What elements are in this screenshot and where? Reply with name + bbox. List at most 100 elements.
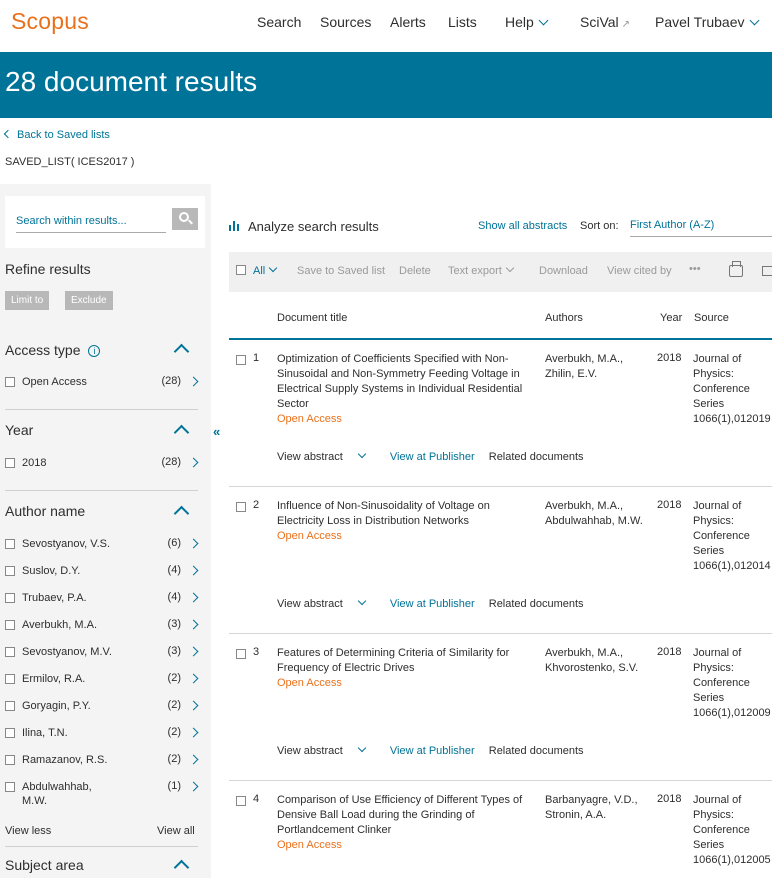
- related-documents-link[interactable]: Related documents: [489, 598, 584, 610]
- result-title-link[interactable]: Features of Determining Criteria of Simi…: [277, 647, 509, 674]
- related-documents-link[interactable]: Related documents: [489, 745, 584, 757]
- result-source[interactable]: Journal of Physics: Conference Series 10…: [693, 646, 772, 721]
- view-all-link[interactable]: View all: [157, 825, 195, 837]
- checkbox[interactable]: [5, 755, 15, 765]
- checkbox[interactable]: [5, 701, 15, 711]
- analyze-results-link[interactable]: Analyze search results: [229, 219, 379, 234]
- nav-alerts[interactable]: Alerts: [390, 14, 426, 30]
- result-checkbox[interactable]: [236, 796, 246, 806]
- column-header-year[interactable]: Year: [660, 312, 682, 324]
- collapse-sidebar-icon[interactable]: «: [213, 424, 220, 439]
- chevron-up-icon[interactable]: [173, 859, 190, 876]
- back-to-saved-lists-link[interactable]: Back to Saved lists: [3, 129, 110, 141]
- column-header-source[interactable]: Source: [694, 312, 729, 324]
- column-header-authors[interactable]: Authors: [545, 312, 583, 324]
- facet-access-type-title[interactable]: Access type i: [5, 342, 101, 358]
- facet-item-author[interactable]: Ermilov, R.A. (2): [5, 672, 201, 692]
- email-icon[interactable]: [762, 266, 772, 276]
- chevron-right-icon[interactable]: [188, 754, 199, 765]
- checkbox[interactable]: [5, 458, 15, 468]
- chevron-up-icon[interactable]: [173, 343, 190, 360]
- facet-item-author[interactable]: Trubaev, P.A. (4): [5, 591, 201, 611]
- view-abstract-link[interactable]: View abstract: [277, 596, 376, 610]
- nav-sources[interactable]: Sources: [320, 14, 371, 30]
- checkbox[interactable]: [5, 566, 15, 576]
- search-button[interactable]: [172, 208, 198, 230]
- facet-item-author[interactable]: Suslov, D.Y. (4): [5, 564, 201, 584]
- chevron-right-icon[interactable]: [188, 619, 199, 630]
- scopus-logo[interactable]: Scopus: [11, 8, 89, 35]
- download-button[interactable]: Download: [539, 265, 588, 277]
- chevron-right-icon[interactable]: [188, 727, 199, 738]
- facet-item-author[interactable]: Sevostyanov, M.V. (3): [5, 645, 201, 665]
- print-icon[interactable]: [729, 261, 743, 277]
- facet-item-author[interactable]: Averbukh, M.A. (3): [5, 618, 201, 638]
- user-menu[interactable]: Pavel Trubaev: [655, 14, 759, 30]
- result-authors[interactable]: Averbukh, M.A., Abdulwahhab, M.W.: [545, 499, 655, 529]
- view-abstract-link[interactable]: View abstract: [277, 449, 376, 463]
- facet-item-author[interactable]: Goryagin, P.Y. (2): [5, 699, 201, 719]
- chevron-right-icon[interactable]: [188, 700, 199, 711]
- result-source[interactable]: Journal of Physics: Conference Series 10…: [693, 793, 772, 868]
- info-icon[interactable]: i: [88, 345, 101, 357]
- facet-item-author[interactable]: Ilina, T.N. (2): [5, 726, 201, 746]
- view-at-publisher-link[interactable]: View at Publisher: [390, 745, 475, 757]
- chevron-right-icon[interactable]: [188, 673, 199, 684]
- checkbox[interactable]: [5, 782, 15, 792]
- view-at-publisher-link[interactable]: View at Publisher: [390, 451, 475, 463]
- facet-year-title[interactable]: Year: [5, 422, 33, 438]
- result-authors[interactable]: Averbukh, M.A., Khvorostenko, S.V.: [545, 646, 655, 676]
- checkbox[interactable]: [5, 539, 15, 549]
- checkbox[interactable]: [5, 377, 15, 387]
- limit-to-button[interactable]: Limit to: [5, 291, 50, 310]
- chevron-right-icon[interactable]: [188, 376, 199, 387]
- nav-search[interactable]: Search: [257, 14, 301, 30]
- checkbox[interactable]: [5, 647, 15, 657]
- save-to-list-button[interactable]: Save to Saved list: [297, 265, 385, 277]
- chevron-right-icon[interactable]: [188, 592, 199, 603]
- checkbox[interactable]: [5, 728, 15, 738]
- facet-item-author[interactable]: Abdulwahhab, M.W. (1): [5, 780, 201, 812]
- facet-subject-area-title[interactable]: Subject area: [5, 857, 84, 873]
- facet-item-author[interactable]: Ramazanov, R.S. (2): [5, 753, 201, 773]
- result-authors[interactable]: Averbukh, M.A., Zhilin, E.V.: [545, 352, 655, 382]
- result-title-link[interactable]: Influence of Non-Sinusoidality of Voltag…: [277, 500, 490, 527]
- view-cited-by-button[interactable]: View cited by: [607, 265, 672, 277]
- chevron-right-icon[interactable]: [188, 457, 199, 468]
- select-all-dropdown[interactable]: All: [253, 263, 278, 277]
- column-header-title[interactable]: Document title: [277, 312, 347, 324]
- exclude-button[interactable]: Exclude: [65, 291, 113, 310]
- result-authors[interactable]: Barbanyagre, V.D., Stronin, A.A.: [545, 793, 655, 823]
- checkbox[interactable]: [5, 674, 15, 684]
- result-title-link[interactable]: Comparison of Use Efficiency of Differen…: [277, 794, 522, 836]
- checkbox[interactable]: [5, 593, 15, 603]
- result-checkbox[interactable]: [236, 502, 246, 512]
- facet-item-2018[interactable]: 2018 (28): [5, 456, 201, 476]
- view-less-link[interactable]: View less: [5, 825, 51, 837]
- view-abstract-link[interactable]: View abstract: [277, 743, 376, 757]
- nav-help[interactable]: Help: [505, 14, 549, 30]
- nav-scival[interactable]: SciVal ↗: [580, 14, 630, 30]
- facet-item-open-access[interactable]: Open Access (28): [5, 375, 201, 395]
- result-source[interactable]: Journal of Physics: Conference Series 10…: [693, 352, 772, 427]
- result-source[interactable]: Journal of Physics: Conference Series 10…: [693, 499, 772, 574]
- sort-select[interactable]: First Author (A-Z): [630, 219, 772, 237]
- view-at-publisher-link[interactable]: View at Publisher: [390, 598, 475, 610]
- result-title-link[interactable]: Optimization of Coefficients Specified w…: [277, 353, 522, 410]
- delete-button[interactable]: Delete: [399, 265, 431, 277]
- chevron-right-icon[interactable]: [188, 781, 199, 792]
- chevron-up-icon[interactable]: [173, 424, 190, 441]
- show-all-abstracts-link[interactable]: Show all abstracts: [478, 220, 567, 232]
- chevron-up-icon[interactable]: [173, 505, 190, 522]
- checkbox[interactable]: [5, 620, 15, 630]
- search-within-input[interactable]: [16, 209, 166, 233]
- related-documents-link[interactable]: Related documents: [489, 451, 584, 463]
- nav-lists[interactable]: Lists: [448, 14, 477, 30]
- text-export-button[interactable]: Text export: [448, 263, 515, 277]
- chevron-right-icon[interactable]: [188, 538, 199, 549]
- result-checkbox[interactable]: [236, 355, 246, 365]
- chevron-right-icon[interactable]: [188, 565, 199, 576]
- select-all-checkbox[interactable]: [236, 265, 246, 275]
- facet-author-name-title[interactable]: Author name: [5, 503, 85, 519]
- chevron-right-icon[interactable]: [188, 646, 199, 657]
